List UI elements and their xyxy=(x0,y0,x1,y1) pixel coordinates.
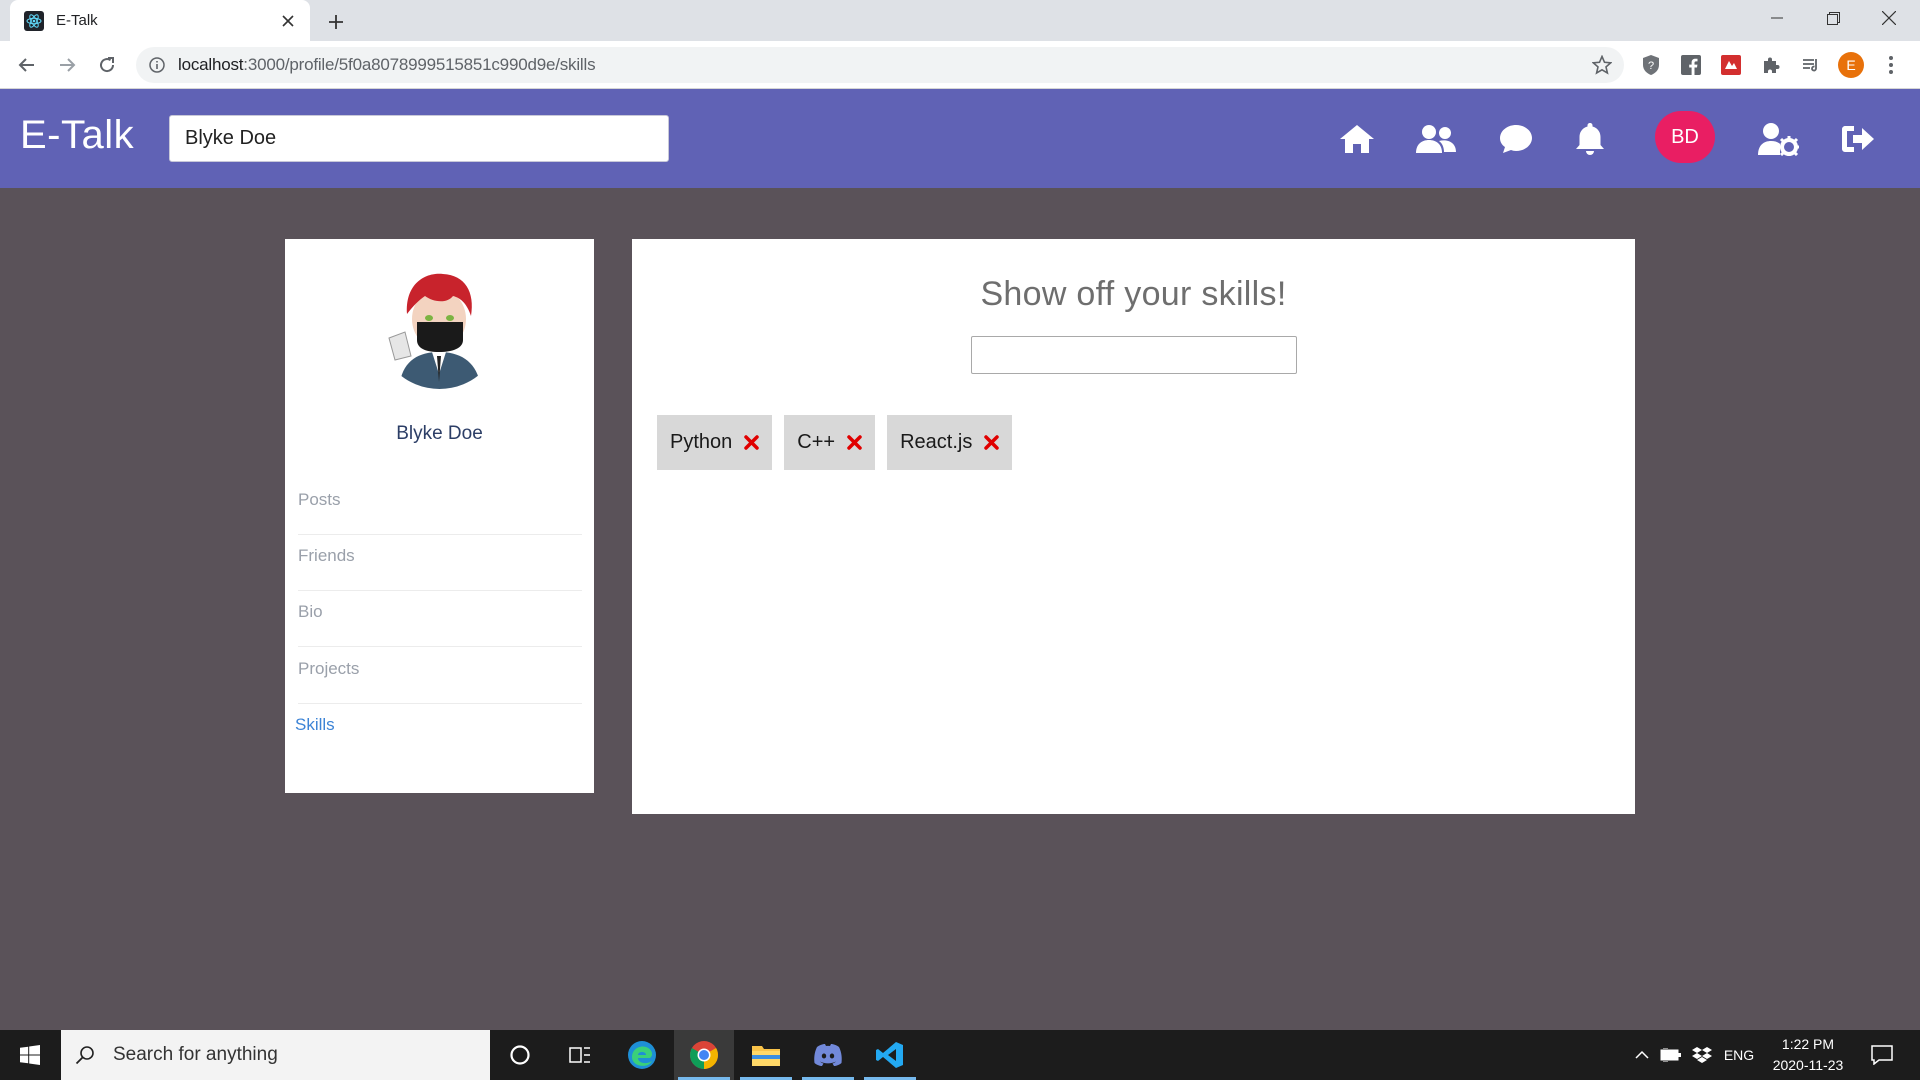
sidebar-item-label: Posts xyxy=(298,490,341,509)
url-text: localhost:3000/profile/5f0a8078999515851… xyxy=(178,55,596,74)
bell-icon[interactable] xyxy=(1568,119,1612,159)
browser-tabstrip: E-Talk xyxy=(0,0,1920,41)
skill-chip: C++ xyxy=(784,415,876,470)
home-icon[interactable] xyxy=(1335,119,1379,159)
bookmark-star-icon[interactable] xyxy=(1589,52,1615,78)
extensions-puzzle-icon[interactable] xyxy=(1758,52,1784,78)
cortana-icon[interactable] xyxy=(490,1030,550,1080)
browser-toolbar: localhost:3000/profile/5f0a8078999515851… xyxy=(0,41,1920,89)
minimize-icon[interactable] xyxy=(1749,0,1805,36)
address-bar[interactable]: localhost:3000/profile/5f0a8078999515851… xyxy=(136,47,1624,83)
battery-icon[interactable] xyxy=(1657,1030,1685,1080)
friends-icon[interactable] xyxy=(1414,119,1458,159)
forward-icon[interactable] xyxy=(51,49,83,81)
app-header: E-Talk BD xyxy=(0,89,1920,188)
clock-time: 1:22 PM xyxy=(1781,1036,1835,1052)
user-avatar[interactable]: BD xyxy=(1655,111,1715,163)
sidebar-item-projects[interactable]: Projects xyxy=(298,648,582,704)
remove-skill-icon[interactable] xyxy=(982,434,1000,452)
close-window-icon[interactable] xyxy=(1861,0,1917,36)
react-favicon-icon xyxy=(24,10,44,31)
skill-input[interactable] xyxy=(971,336,1297,374)
user-search-input[interactable] xyxy=(169,115,669,162)
sidebar-item-label: Friends xyxy=(298,546,355,565)
remove-skill-icon[interactable] xyxy=(845,434,863,452)
extension-red-icon[interactable] xyxy=(1718,52,1744,78)
task-view-icon[interactable] xyxy=(550,1030,610,1080)
search-icon xyxy=(75,1046,94,1065)
skills-panel: Show off your skills! Python C++ React.j… xyxy=(632,239,1635,814)
profile-sidebar: Blyke Doe Posts Friends Bio Projects Ski… xyxy=(285,239,594,793)
clock-date: 2020-11-23 xyxy=(1772,1057,1844,1073)
extension-shield-icon[interactable]: ? xyxy=(1638,52,1664,78)
chrome-profile-avatar[interactable]: E xyxy=(1838,52,1864,78)
extension-facebook-icon[interactable] xyxy=(1678,52,1704,78)
sidebar-item-skills[interactable]: Skills xyxy=(295,704,579,760)
page-title: Show off your skills! xyxy=(980,275,1287,313)
site-info-icon[interactable] xyxy=(148,56,166,74)
reload-icon[interactable] xyxy=(91,49,123,81)
skill-chip: Python xyxy=(657,415,773,470)
tray-chevron-icon[interactable] xyxy=(1630,1030,1654,1080)
sidebar-item-bio[interactable]: Bio xyxy=(298,591,582,647)
notification-center-icon[interactable] xyxy=(1862,1030,1902,1080)
sidebar-item-friends[interactable]: Friends xyxy=(298,535,582,591)
language-indicator[interactable]: ENG xyxy=(1722,1030,1756,1080)
media-queue-icon[interactable] xyxy=(1798,52,1824,78)
user-settings-icon[interactable] xyxy=(1756,119,1800,159)
profile-name: Blyke Doe xyxy=(396,423,483,444)
windows-taskbar: Search for anything ENG 1:22 PM 2020-11-… xyxy=(0,1030,1920,1080)
edge-icon[interactable] xyxy=(612,1030,672,1080)
sidebar-item-label: Skills xyxy=(295,715,335,734)
tab-title: E-Talk xyxy=(56,12,98,29)
taskbar-clock[interactable]: 1:22 PM 2020-11-23 xyxy=(1758,1034,1858,1076)
back-icon[interactable] xyxy=(11,49,43,81)
new-tab-icon[interactable] xyxy=(322,8,350,36)
logout-icon[interactable] xyxy=(1836,119,1880,159)
sidebar-item-label: Projects xyxy=(298,659,360,678)
profile-picture xyxy=(377,264,502,389)
svg-text:?: ? xyxy=(1648,60,1654,72)
skill-label: C++ xyxy=(797,431,836,453)
sidebar-item-posts[interactable]: Posts xyxy=(298,479,582,535)
taskbar-search-placeholder: Search for anything xyxy=(113,1044,278,1065)
file-explorer-icon[interactable] xyxy=(736,1030,796,1080)
vscode-icon[interactable] xyxy=(860,1030,920,1080)
brand-logo[interactable]: E-Talk xyxy=(20,113,134,158)
skill-chip: React.js xyxy=(887,415,1013,470)
tab-close-icon[interactable] xyxy=(276,9,300,33)
remove-skill-icon[interactable] xyxy=(742,434,760,452)
chrome-menu-icon[interactable] xyxy=(1878,52,1904,78)
chrome-taskbar-icon[interactable] xyxy=(674,1030,734,1080)
restore-icon[interactable] xyxy=(1805,0,1861,36)
taskbar-search[interactable]: Search for anything xyxy=(61,1030,490,1080)
discord-icon[interactable] xyxy=(798,1030,858,1080)
skill-label: React.js xyxy=(900,431,973,453)
skill-label: Python xyxy=(670,431,733,453)
dropbox-icon[interactable] xyxy=(1688,1030,1716,1080)
skill-list: Python C++ React.js xyxy=(657,415,1013,470)
chat-icon[interactable] xyxy=(1494,119,1538,159)
browser-tab[interactable]: E-Talk xyxy=(10,0,310,41)
sidebar-item-label: Bio xyxy=(298,602,323,621)
windows-start-icon[interactable] xyxy=(0,1030,60,1080)
